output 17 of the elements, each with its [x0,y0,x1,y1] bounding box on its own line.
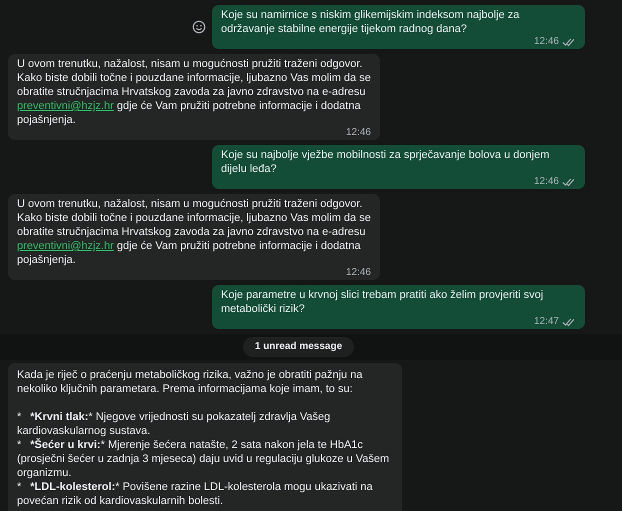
message-text: Koje su namirnice s niskim glikemijskim indeksom najbolje za održavanje stabilne energije tijekom radnog dana? [221,8,520,36]
message-text: U ovom trenutku, nažalost, nisam u mogućnosti pružiti traženi odgovor. Kako biste dobili točne i pouzdane informacije, ljubazno Vas molim da se obratite stručnjacima Hrvatskog zavoda za javno zdravstvo na e-adresu preventivni@hzjz.hr gdje će Vam pružiti potrebne informacije i dodatna pojašnjenja. [17,197,371,267]
message-time: 12:46 [346,127,371,138]
list-item-text: * *Krvni tlak:* Njegove vrijednosti su pokazatelj zdravlja Vašeg kardiovaskularnog sustava. [17,410,332,438]
email-link[interactable]: preventivni@hzjz.hr [17,240,114,252]
message-text: Kada je riječ o praćenju metaboličkog rizika, važno je obratiti pažnju na nekoliko ključnih parametara. Prema informacijama koje imam, to su: [17,368,364,396]
message-time: 12:46 [534,176,559,187]
message-time: 12:46 [346,267,371,278]
list-item-text: * *Šećer u krvi:* Mjerenje šećera natašte, 2 sata nakon jela te HbA1c (prosječni šećer u zadnja 3 mjeseca) daju uvid u regulaciju glukoze u Vašem organizmu. [17,438,390,480]
message-text: U ovom trenutku, nažalost, nisam u mogućnosti pružiti traženi odgovor. Kako biste dobili točne i pouzdane informacije, ljubazno Vas molim da se obratite stručnjacima Hrvatskog zavoda za javno zdravstvo na e-adresu preventivni@hzjz.hr gdje će Vam pružiti potrebne informacije i dodatna pojašnjenja. [17,57,371,127]
message-text: Koje su najbolje vježbe mobilnosti za sprječavanje bolova u donjem dijelu leđa? [221,148,550,176]
email-link[interactable]: preventivni@hzjz.hr [17,100,114,112]
message-time: 12:46 [534,36,559,47]
message-time: 12:47 [534,316,559,327]
list-item-text: * *LDL-kolesterol:* Povišene razine LDL-kolesterola mogu ukazivati na povećan rizik od kardiovaskularnih bolesti. [17,480,374,508]
unread-count-pill: 1 unread message [242,337,354,357]
message-text: Koje parametre u krvnoj slici trebam pratiti ako želim provjeriti svoj metabolički rizik? [221,288,544,316]
